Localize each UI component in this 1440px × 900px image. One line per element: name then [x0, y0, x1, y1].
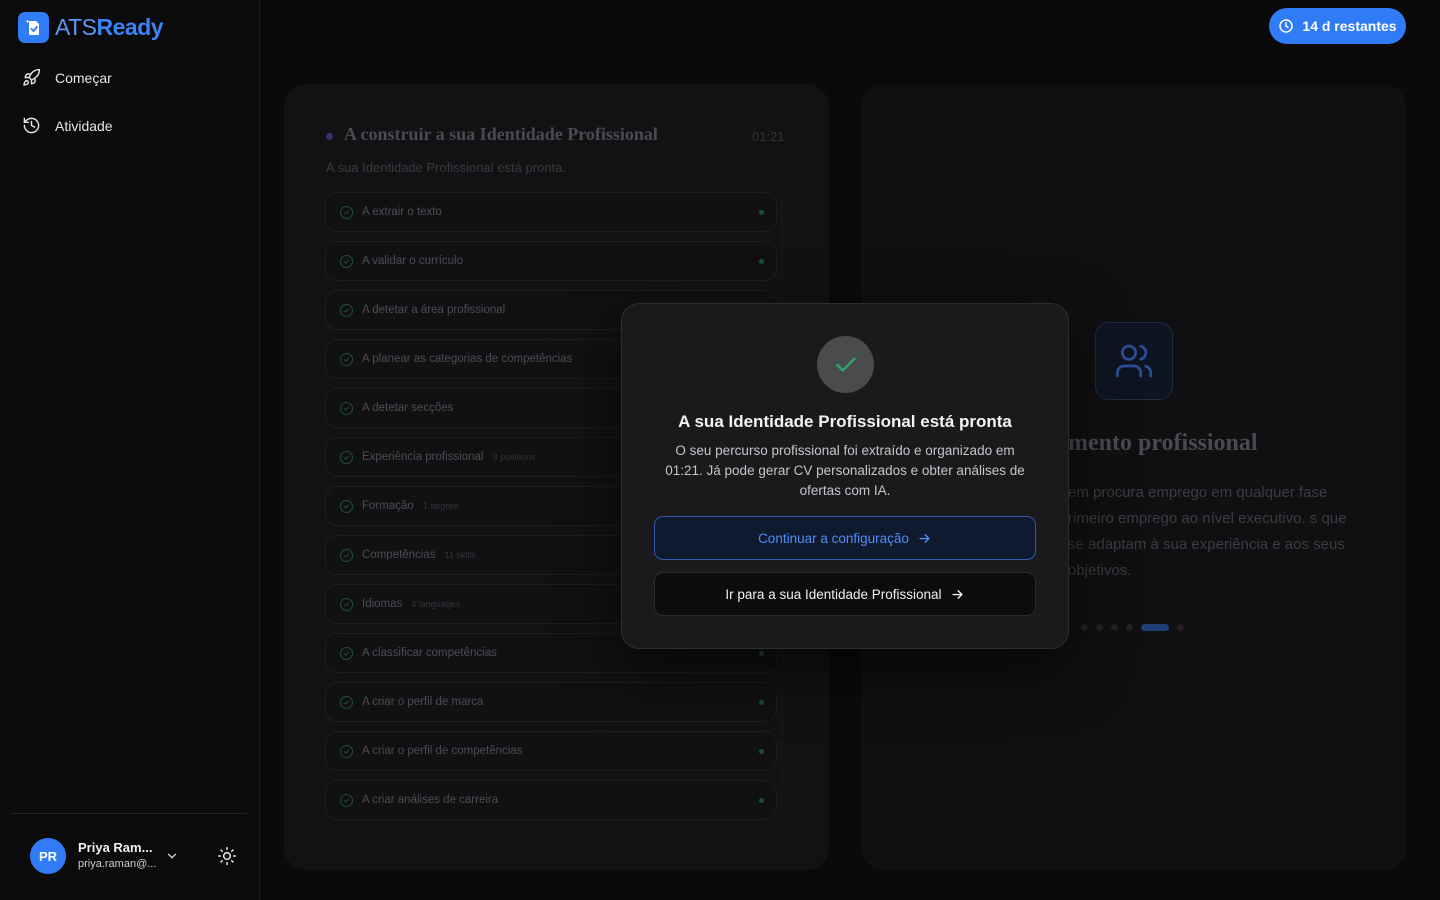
clock-icon [1279, 19, 1294, 33]
step-label: Idiomas [362, 598, 403, 610]
sidebar: ATSReady Começar Atividade PR Priya Ram.… [0, 0, 260, 900]
chevron-down-icon[interactable] [165, 849, 179, 863]
logo-icon [18, 12, 49, 43]
step-item: A extrair o texto [325, 192, 777, 232]
arrow-right-icon [919, 533, 930, 543]
identity-ready-dialog: A sua Identidade Profissional está pront… [621, 303, 1069, 649]
sidebar-item-label: Começar [55, 69, 112, 86]
check-circle-icon [340, 597, 353, 611]
step-status-dot [759, 651, 764, 656]
user-menu[interactable]: PR Priya Ram... priya.raman@... [30, 838, 156, 874]
button-label: Continuar a configuração [758, 530, 909, 546]
continue-setup-button[interactable]: Continuar a configuração [654, 516, 1036, 560]
build-title: A construir a sua Identidade Profissiona… [344, 124, 658, 144]
users-icon [1095, 322, 1173, 400]
check-circle-icon [340, 548, 353, 562]
step-status-dot [759, 798, 764, 803]
sidebar-item-atividade[interactable]: Atividade [22, 116, 113, 135]
step-status-dot [759, 259, 764, 264]
step-status-dot [759, 700, 764, 705]
user-name: Priya Ram... [78, 840, 153, 855]
trial-label: 14 d restantes [1302, 18, 1397, 34]
step-item: A criar o perfil de marca [325, 682, 777, 722]
step-label: Competências [362, 549, 436, 561]
app-logo[interactable]: ATSReady [18, 12, 164, 43]
feature-text: em procura emprego em qualquer fase rime… [1068, 484, 1347, 579]
carousel-dot[interactable] [1096, 624, 1103, 631]
check-circle-icon [340, 744, 353, 758]
dialog-title: A sua Identidade Profissional está pront… [678, 412, 1012, 431]
rocket-icon [23, 68, 41, 86]
sidebar-item-comecar[interactable]: Começar [22, 68, 112, 87]
check-circle-icon [340, 254, 353, 268]
step-label: Experiência profissional [362, 451, 484, 463]
check-circle-icon [340, 401, 353, 415]
user-email: priya.raman@... [78, 858, 157, 870]
build-subtitle: A sua Identidade Profissional está pront… [326, 160, 566, 175]
avatar: PR [30, 838, 66, 874]
history-icon [23, 117, 40, 134]
step-item: A criar análises de carreira [325, 780, 777, 820]
step-label: A criar o perfil de marca [362, 696, 484, 708]
step-label: A detetar secções [362, 402, 454, 414]
status-dot [326, 133, 333, 140]
step-label: A detetar a área profissional [362, 304, 506, 316]
button-label: Ir para a sua Identidade Profissional [725, 586, 942, 602]
check-circle-icon [340, 646, 353, 660]
step-meta: 3 positions [492, 452, 536, 462]
carousel-dot-active[interactable] [1141, 624, 1169, 631]
dialog-text: O seu percurso profissional foi extraído… [665, 443, 1025, 498]
carousel-dot[interactable] [1126, 624, 1133, 631]
check-circle-icon [340, 793, 353, 807]
step-label: A extrair o texto [362, 206, 442, 218]
carousel-dot[interactable] [1081, 624, 1088, 631]
build-timer: 01:21 [752, 129, 785, 144]
carousel-dot[interactable] [1111, 624, 1118, 631]
check-circle-icon [340, 499, 353, 513]
check-circle-icon [340, 450, 353, 464]
sun-icon[interactable] [217, 846, 237, 866]
step-label: Formação [362, 500, 414, 512]
carousel-dots [1081, 624, 1184, 631]
sidebar-item-label: Atividade [55, 117, 113, 134]
check-circle-icon [340, 695, 353, 709]
step-item: A criar o perfil de competências [325, 731, 777, 771]
step-status-dot [759, 749, 764, 754]
step-label: A classificar competências [362, 647, 497, 659]
step-label: A planear as categorias de competências [362, 353, 573, 365]
check-circle-icon [340, 352, 353, 366]
feature-title: mento profissional [1068, 430, 1258, 456]
step-label: A validar o currículo [362, 255, 463, 267]
step-item: A validar o currículo [325, 241, 777, 281]
check-circle-icon [340, 205, 353, 219]
carousel-dot[interactable] [1177, 624, 1184, 631]
go-to-identity-button[interactable]: Ir para a sua Identidade Profissional [654, 572, 1036, 616]
step-label: A criar análises de carreira [362, 794, 499, 806]
app-name: ATSReady [55, 14, 164, 40]
check-icon [817, 336, 874, 393]
sidebar-divider [10, 813, 247, 814]
step-meta: 1 degree [422, 501, 459, 511]
step-meta: 11 skills [444, 550, 476, 560]
step-label: A criar o perfil de competências [362, 745, 523, 757]
check-circle-icon [340, 303, 353, 317]
arrow-right-icon [952, 589, 963, 599]
step-meta: 4 languages [411, 599, 461, 609]
step-status-dot [759, 210, 764, 215]
trial-remaining-button[interactable]: 14 d restantes [1269, 8, 1406, 44]
